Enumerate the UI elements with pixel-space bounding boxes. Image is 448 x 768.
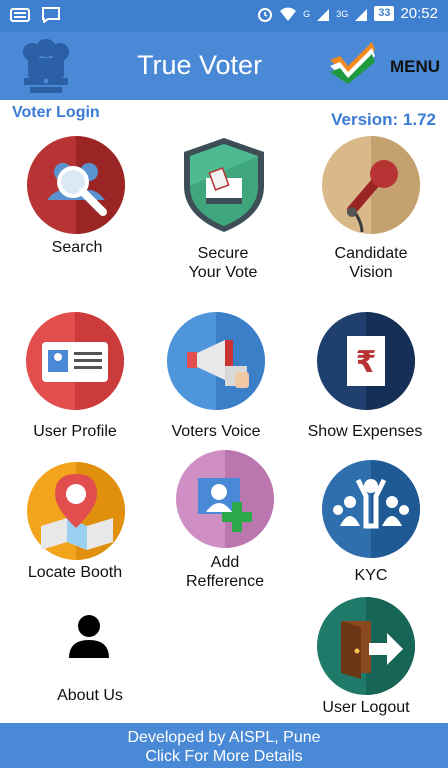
search-icon	[27, 136, 125, 234]
add-label-line1: Add	[210, 554, 240, 571]
keyboard-icon	[10, 8, 30, 22]
footer-more-details-text: Click For More Details	[145, 748, 303, 765]
app-bar: True Voter MENU	[0, 32, 448, 100]
network-type-label-2: 3G	[336, 8, 349, 19]
map-pin-icon	[27, 462, 125, 560]
signal-icon	[355, 8, 368, 21]
locate-booth-label: Locate Booth	[27, 564, 123, 581]
wifi-icon	[280, 7, 297, 21]
candidate-label-line2: Vision	[349, 264, 393, 281]
footer-developer-text: Developed by AISPL, Pune	[127, 729, 321, 746]
app-title: True Voter	[137, 50, 263, 80]
about-us-tile[interactable]: About Us	[15, 612, 165, 712]
person-icon	[69, 615, 109, 658]
user-logout-tile[interactable]: User Logout	[291, 597, 441, 722]
tricolor-check-icon[interactable]	[328, 40, 376, 84]
microphone-icon	[322, 136, 420, 234]
voters-voice-label: Voters Voice	[171, 423, 261, 440]
megaphone-icon	[167, 312, 265, 410]
search-label: Search	[51, 239, 103, 256]
national-emblem-logo	[23, 39, 69, 93]
user-profile-tile[interactable]: User Profile	[0, 312, 150, 442]
secure-label-line2: Your Vote	[188, 264, 258, 281]
voters-voice-tile[interactable]: Voters Voice	[141, 312, 291, 442]
add-refference-tile[interactable]: Add Refference	[150, 450, 300, 595]
candidate-label-line1: Candidate	[334, 245, 408, 262]
search-tile[interactable]: Search	[0, 136, 150, 276]
add-label-line2: Refference	[186, 573, 264, 590]
secure-your-vote-tile[interactable]: Secure Your Vote	[148, 136, 298, 286]
logout-door-icon	[317, 597, 415, 695]
version-label: Version: 1.72	[331, 110, 436, 129]
crowd-icon	[322, 460, 420, 558]
id-card-icon	[26, 312, 124, 410]
rupee-document-icon: ₹	[317, 312, 415, 410]
signal-icon	[317, 8, 330, 21]
user-logout-label: User Logout	[322, 699, 410, 716]
show-expenses-label: Show Expenses	[307, 423, 423, 440]
network-type-label: G	[303, 8, 311, 19]
show-expenses-tile[interactable]: ₹ Show Expenses	[290, 312, 440, 442]
secure-vote-icon	[184, 138, 264, 232]
candidate-vision-tile[interactable]: Candidate Vision	[296, 136, 446, 286]
about-us-label: About Us	[57, 687, 123, 704]
chat-icon	[42, 7, 60, 23]
add-user-icon	[176, 450, 274, 548]
svg-text:₹: ₹	[356, 345, 377, 380]
status-bar: G 3G 33 20:52	[0, 0, 448, 32]
menu-button[interactable]: MENU	[390, 57, 440, 77]
alarm-icon	[258, 7, 273, 22]
battery-icon: 33	[374, 6, 395, 21]
kyc-label: KYC	[354, 567, 388, 584]
locate-booth-tile[interactable]: Locate Booth	[5, 462, 155, 592]
voter-login-label: Voter Login	[12, 104, 100, 121]
clock-time: 20:52	[400, 5, 438, 22]
footer-details-link[interactable]: Developed by AISPL, Pune Click For More …	[0, 723, 448, 768]
kyc-tile[interactable]: KYC	[296, 460, 446, 590]
secure-label-line1: Secure	[197, 245, 249, 262]
user-profile-label: User Profile	[33, 423, 117, 440]
